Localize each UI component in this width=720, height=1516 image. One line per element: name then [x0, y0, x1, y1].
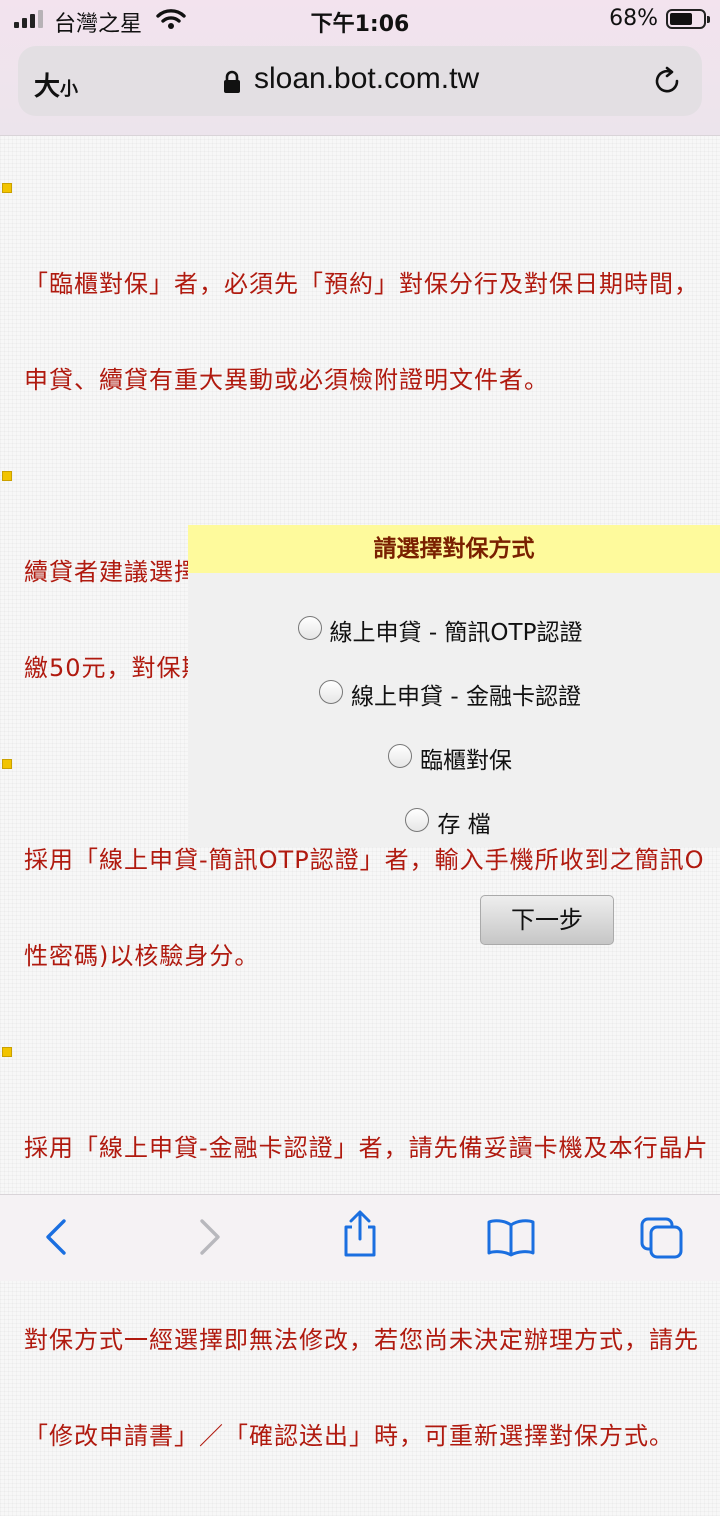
option-save[interactable]: 存 檔 — [182, 805, 714, 839]
notice-line: 性密碼)以核驗身分。 — [24, 942, 260, 970]
option-otp[interactable]: 線上申貸 - 簡訊OTP認證 — [174, 613, 706, 647]
forward-icon[interactable] — [192, 1215, 226, 1263]
option-label[interactable]: 線上申貸 - 金融卡認證 — [351, 684, 581, 710]
option-card[interactable]: 線上申貸 - 金融卡認證 — [184, 677, 716, 711]
lock-icon — [222, 70, 242, 98]
panel-title: 請選擇對保方式 — [188, 525, 720, 573]
bullet-icon — [2, 759, 12, 769]
radio-button[interactable] — [297, 616, 322, 640]
text-size-large-label: 大 — [34, 72, 61, 102]
share-icon[interactable] — [338, 1209, 382, 1263]
radio-button[interactable] — [405, 808, 430, 832]
notice-line: 「修改申請書」／「確認送出」時，可重新選擇對保方式。 — [24, 1422, 674, 1450]
bookmarks-icon[interactable] — [486, 1217, 536, 1261]
browser-chrome: 台灣之星 下午1:06 68% 大小 sloan.bot.com.tw — [0, 0, 720, 136]
verification-method-panel: 請選擇對保方式 線上申貸 - 簡訊OTP認證 線上申貸 - 金融卡認證 臨櫃對保… — [188, 525, 720, 847]
option-label[interactable]: 存 檔 — [437, 812, 490, 838]
notice-line: 「臨櫃對保」者，必須先「預約」對保分行及對保日期時間， — [24, 270, 699, 298]
option-label[interactable]: 線上申貸 - 簡訊OTP認證 — [330, 620, 583, 646]
text-size-small-label: 小 — [60, 79, 79, 100]
next-button[interactable]: 下一步 — [480, 895, 614, 945]
bullet-icon — [2, 1047, 12, 1057]
tabs-icon[interactable] — [638, 1215, 686, 1265]
notice-line: 採用「線上申貸-簡訊OTP認證」者，輸入手機所收到之簡訊O — [24, 846, 705, 874]
back-icon[interactable] — [40, 1215, 74, 1263]
radio-button[interactable] — [319, 680, 344, 704]
notice-item: 「臨櫃對保」者，必須先「預約」對保分行及對保日期時間， 申貸、續貸有重大異動或必… — [0, 172, 720, 460]
address-bar[interactable]: 大小 sloan.bot.com.tw — [18, 46, 702, 116]
notice-line: 對保方式一經選擇即無法修改，若您尚未決定辦理方式，請先 — [24, 1326, 699, 1354]
url-text[interactable]: sloan.bot.com.tw — [254, 62, 479, 96]
option-label[interactable]: 臨櫃對保 — [420, 748, 512, 774]
reload-icon[interactable] — [650, 64, 684, 102]
status-bar: 台灣之星 下午1:06 68% — [0, 0, 720, 40]
notice-line: 採用「線上申貸-金融卡認證」者，請先備妥讀卡機及本行晶片 — [24, 1134, 709, 1162]
bullet-icon — [2, 471, 12, 481]
bullet-icon — [2, 183, 12, 193]
radio-button[interactable] — [388, 744, 412, 768]
battery-percent: 68% — [609, 6, 658, 31]
option-counter[interactable]: 臨櫃對保 — [184, 741, 716, 775]
battery-icon — [666, 9, 710, 29]
browser-toolbar — [0, 1194, 720, 1281]
text-size-button[interactable]: 大小 — [34, 66, 78, 103]
notice-line: 申貸、續貸有重大異動或必須檢附證明文件者。 — [24, 366, 549, 394]
